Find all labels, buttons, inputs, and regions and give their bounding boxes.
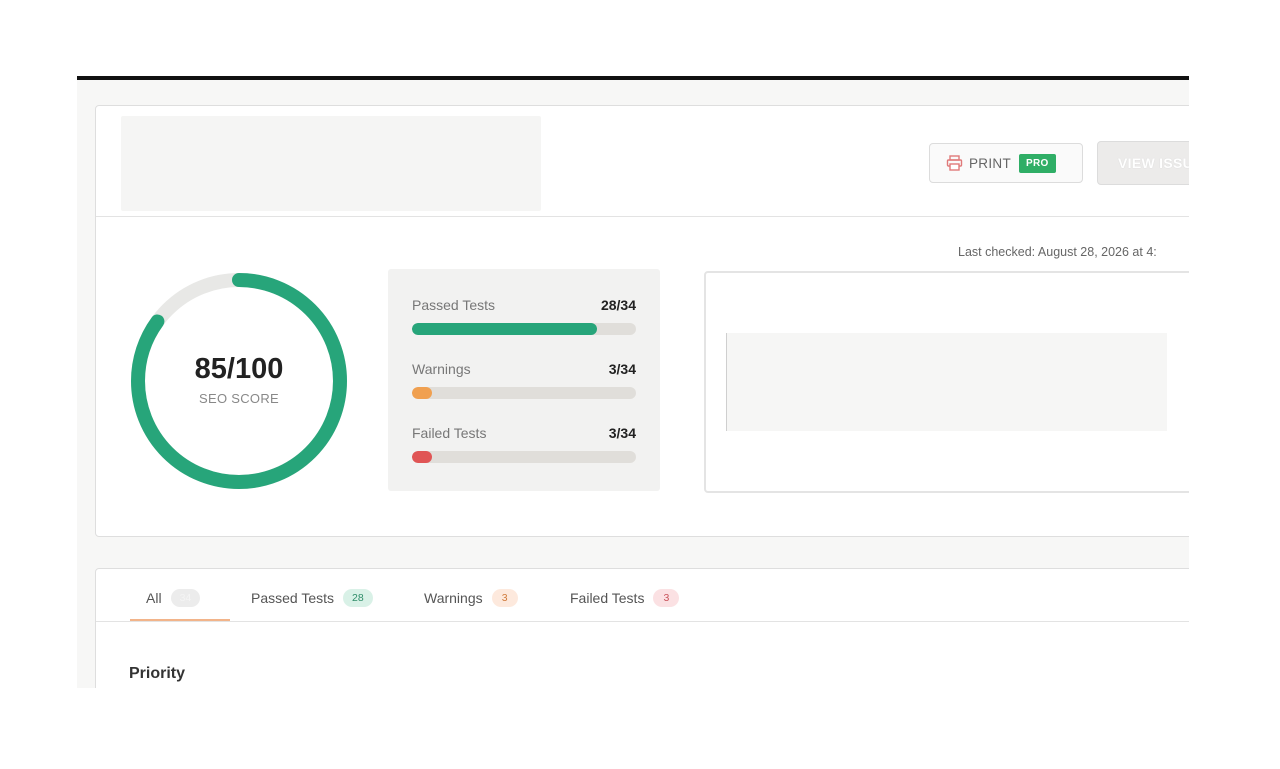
stat-label: Failed Tests (412, 425, 487, 441)
tab-count-badge: 34 (170, 589, 201, 607)
progress-track (412, 387, 636, 399)
pro-badge: PRO (1019, 153, 1056, 173)
stat-count: 3/34 (608, 361, 636, 377)
passed-progress-fill (412, 323, 597, 335)
failed-progress-fill (412, 451, 432, 463)
report-viewport: PRINT PRO VIEW ISSU Last checked: August… (77, 80, 1189, 688)
test-results-card: All 34 Passed Tests 28 Warnings 3 Failed… (95, 568, 1189, 688)
tab-label: All (146, 590, 162, 606)
stat-count: 3/34 (608, 425, 636, 441)
tab-count-badge: 3 (653, 589, 680, 607)
stat-failed-tests: Failed Tests 3/34 (412, 425, 636, 463)
report-summary-card: PRINT PRO VIEW ISSU Last checked: August… (95, 105, 1189, 537)
results-tabs: All 34 Passed Tests 28 Warnings 3 Failed… (96, 569, 1189, 622)
last-checked-text: Last checked: August 28, 2026 at 4: (958, 245, 1157, 259)
stat-label: Passed Tests (412, 297, 496, 313)
tab-count-badge: 28 (343, 589, 373, 607)
site-logo-placeholder (121, 116, 541, 211)
stat-warnings: Warnings 3/34 (412, 361, 636, 399)
active-tab-indicator (130, 619, 230, 621)
print-button[interactable]: PRINT PRO (929, 143, 1083, 183)
warnings-progress-fill (412, 387, 432, 399)
tab-warnings[interactable]: Warnings 3 (424, 589, 518, 607)
progress-track (412, 323, 636, 335)
print-label: PRINT (969, 155, 1011, 171)
view-issues-button[interactable]: VIEW ISSU (1097, 141, 1189, 185)
stat-count: 28/34 (600, 297, 636, 313)
tab-count-badge: 3 (491, 589, 518, 607)
stat-label: Warnings (412, 361, 471, 377)
progress-track (412, 451, 636, 463)
site-preview-panel (704, 271, 1189, 493)
tab-passed-tests[interactable]: Passed Tests 28 (251, 589, 373, 607)
tab-label: Failed Tests (570, 590, 645, 606)
report-header: PRINT PRO VIEW ISSU (96, 106, 1189, 217)
seo-score-gauge: 85/100 SEO SCORE (127, 269, 351, 493)
tab-label: Warnings (424, 590, 483, 606)
printer-icon (946, 155, 963, 171)
stat-passed-tests: Passed Tests 28/34 (412, 297, 636, 335)
tab-failed-tests[interactable]: Failed Tests 3 (570, 589, 680, 607)
priority-heading: Priority (129, 665, 186, 682)
seo-score-label: SEO SCORE (199, 391, 279, 406)
tab-all[interactable]: All 34 (146, 589, 201, 607)
tab-label: Passed Tests (251, 590, 335, 606)
seo-score-value: 85/100 (194, 353, 284, 385)
site-preview-placeholder (726, 333, 1167, 431)
test-stats-panel: Passed Tests 28/34 Warnings 3/34 Failed … (388, 269, 660, 491)
